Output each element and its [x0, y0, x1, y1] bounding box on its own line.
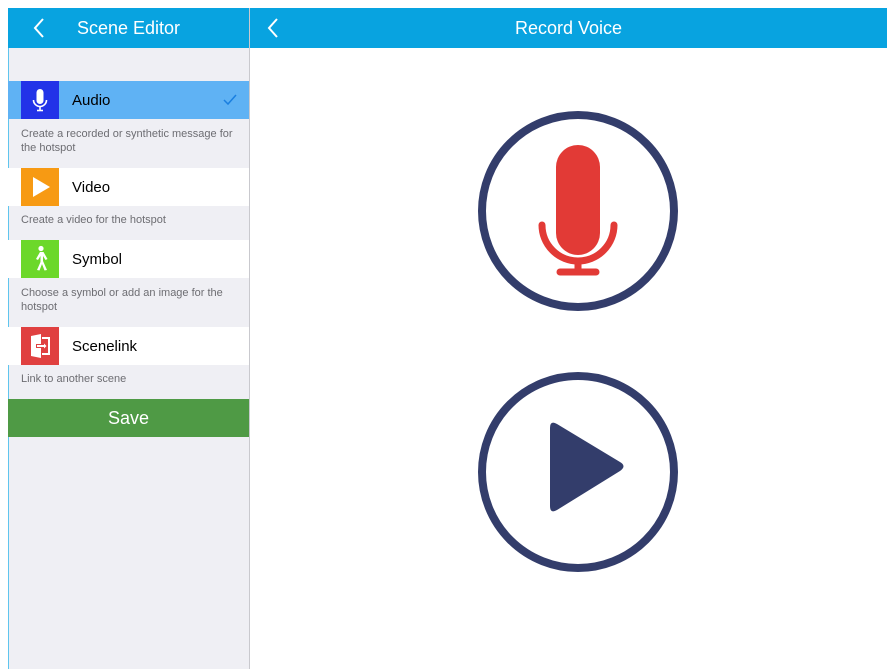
divider: [249, 8, 250, 669]
menu-item-description: Link to another scene: [21, 373, 127, 385]
play-icon: [21, 168, 59, 206]
walking-person-icon: [21, 240, 59, 278]
menu-item-video[interactable]: Video: [8, 168, 249, 206]
save-button[interactable]: Save: [8, 399, 249, 437]
menu-item-description: Create a video for the hotspot: [21, 214, 166, 226]
page-title: Scene Editor: [76, 18, 181, 38]
menu-item-symbol[interactable]: Symbol: [8, 240, 249, 278]
door-icon: [21, 327, 59, 365]
page-title: Record Voice: [514, 18, 623, 38]
scene-editor-header: Scene Editor: [8, 8, 249, 48]
microphone-icon: [21, 81, 59, 119]
menu-item-description: Choose a symbol or add an image for the …: [21, 287, 223, 313]
record-voice-header: Record Voice: [250, 8, 887, 48]
checkmark-icon: [223, 94, 237, 106]
menu-item-label: Audio: [72, 92, 111, 109]
menu-item-scenelink[interactable]: Scenelink: [8, 327, 249, 365]
menu-item-description: Create a recorded or synthetic message f…: [21, 128, 233, 154]
menu-item-label: Video: [72, 179, 111, 196]
menu-item-label: Scenelink: [72, 338, 138, 355]
menu-item-label: Symbol: [72, 251, 123, 268]
record-button[interactable]: [476, 109, 680, 313]
play-button[interactable]: [476, 370, 680, 574]
menu-item-audio[interactable]: Audio: [8, 81, 249, 119]
